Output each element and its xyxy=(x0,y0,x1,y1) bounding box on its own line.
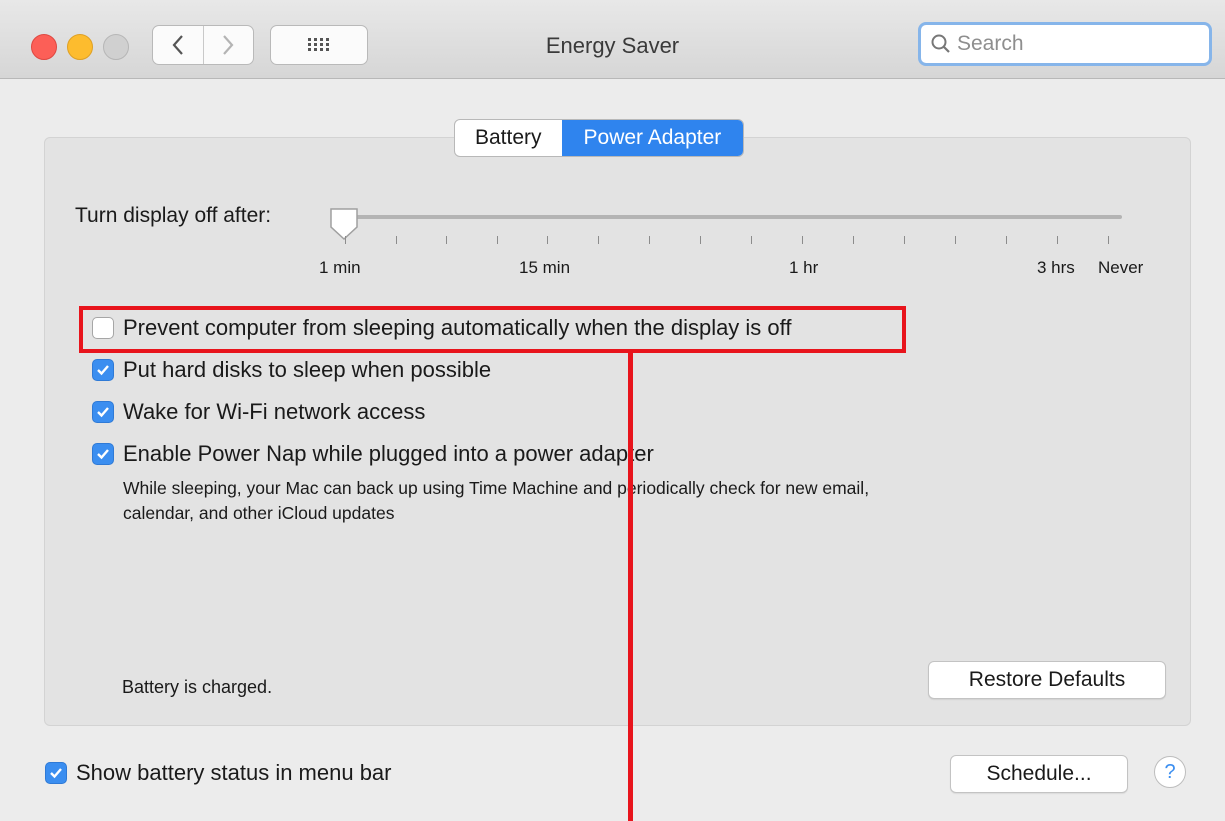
title-bar: Energy Saver Search xyxy=(0,0,1225,79)
hard-disk-sleep-label: Put hard disks to sleep when possible xyxy=(123,357,492,382)
search-placeholder: Search xyxy=(957,32,1024,55)
slider-tick xyxy=(547,236,548,244)
slider-tick xyxy=(1006,236,1007,244)
power-nap-description: While sleeping, your Mac can back up usi… xyxy=(123,476,1083,526)
option-power-nap[interactable]: Enable Power Nap while plugged into a po… xyxy=(92,441,654,467)
option-show-battery-status[interactable]: Show battery status in menu bar xyxy=(45,760,392,786)
restore-defaults-button[interactable]: Restore Defaults xyxy=(928,661,1166,699)
slider-knob[interactable] xyxy=(328,207,360,241)
power-nap-description-line: calendar, and other iCloud updates xyxy=(123,503,395,523)
show-battery-status-label: Show battery status in menu bar xyxy=(76,760,392,785)
slider-tick xyxy=(598,236,599,244)
slider-tick xyxy=(904,236,905,244)
wake-wifi-checkbox[interactable] xyxy=(92,401,114,423)
power-source-tabs: Battery Power Adapter xyxy=(454,119,745,157)
tick-label-never: Never xyxy=(1098,258,1144,277)
highlight-box xyxy=(79,306,906,353)
show-battery-status-checkbox[interactable] xyxy=(45,762,67,784)
display-sleep-label: Turn display off after: xyxy=(75,204,272,227)
tab-power-adapter[interactable]: Power Adapter xyxy=(561,120,744,156)
slider-tick xyxy=(1108,236,1109,244)
slider-tick xyxy=(700,236,701,244)
search-icon xyxy=(931,34,950,53)
display-sleep-slider[interactable] xyxy=(343,215,1122,219)
option-wake-wifi[interactable]: Wake for Wi-Fi network access xyxy=(92,399,425,425)
tick-label-1-hr: 1 hr xyxy=(789,258,819,277)
tab-battery[interactable]: Battery xyxy=(455,120,562,156)
wake-wifi-label: Wake for Wi-Fi network access xyxy=(123,399,426,424)
slider-tick xyxy=(802,236,803,244)
slider-tick xyxy=(396,236,397,244)
slider-tick xyxy=(1057,236,1058,244)
hard-disk-sleep-checkbox[interactable] xyxy=(92,359,114,381)
slider-tick xyxy=(446,236,447,244)
tick-label-15-min: 15 min xyxy=(519,258,571,277)
checkmark-icon xyxy=(97,365,109,376)
checkmark-icon xyxy=(97,407,109,418)
slider-tick xyxy=(345,236,346,244)
slider-tick xyxy=(649,236,650,244)
slider-tick xyxy=(497,236,498,244)
option-hard-disk-sleep[interactable]: Put hard disks to sleep when possible xyxy=(92,357,491,383)
tick-label-1-min: 1 min xyxy=(319,258,361,277)
schedule-button[interactable]: Schedule... xyxy=(950,755,1128,793)
slider-tick xyxy=(955,236,956,244)
battery-status-text: Battery is charged. xyxy=(122,677,273,697)
search-field[interactable]: Search xyxy=(918,22,1212,66)
checkmark-icon xyxy=(97,449,109,460)
checkmark-icon xyxy=(50,768,62,779)
power-nap-label: Enable Power Nap while plugged into a po… xyxy=(123,441,654,466)
slider-tick xyxy=(853,236,854,244)
help-button[interactable]: ? xyxy=(1154,756,1186,788)
power-nap-description-line: While sleeping, your Mac can back up usi… xyxy=(123,478,870,498)
tick-label-3-hrs: 3 hrs xyxy=(1037,258,1075,277)
highlight-connector-line xyxy=(628,352,633,821)
slider-tick xyxy=(751,236,752,244)
power-nap-checkbox[interactable] xyxy=(92,443,114,465)
